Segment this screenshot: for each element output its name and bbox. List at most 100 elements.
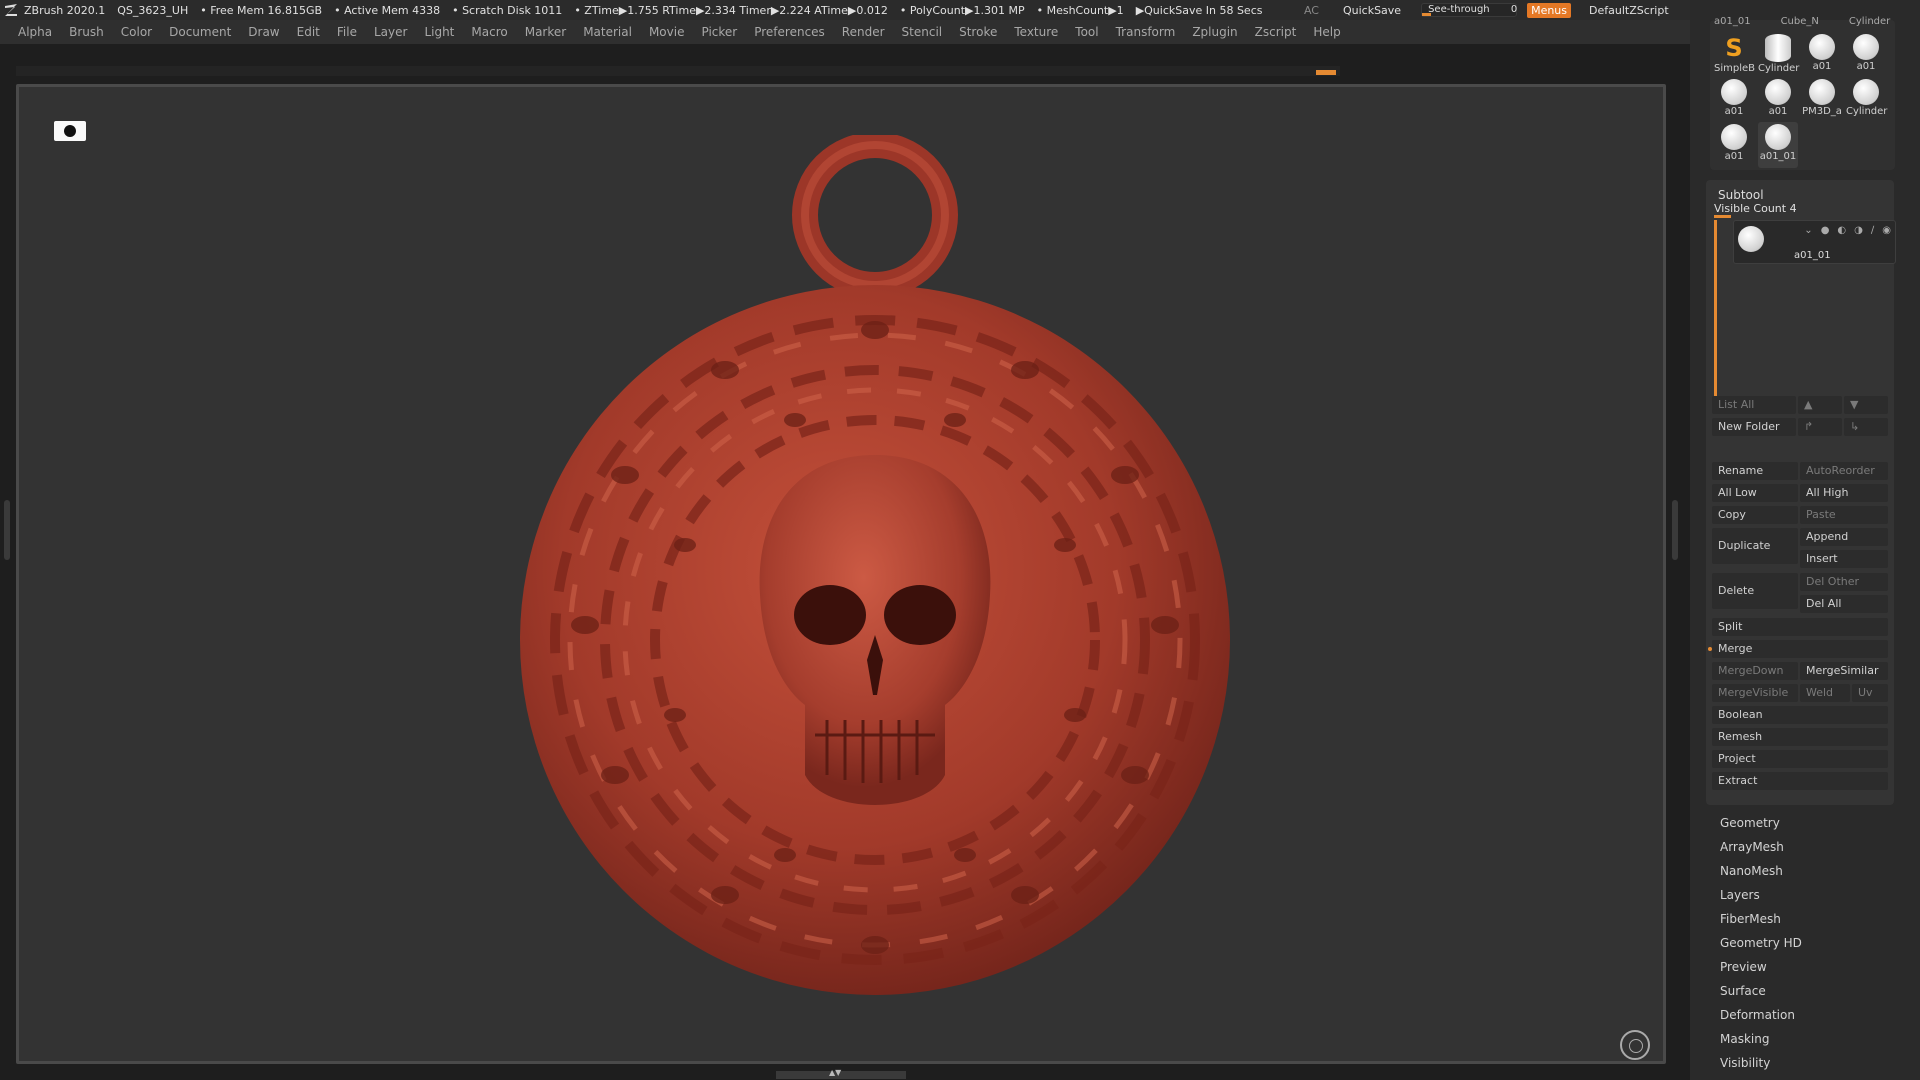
- tool-thumb-simpleb[interactable]: S SimpleB: [1714, 32, 1755, 78]
- polypaint-icon[interactable]: ●: [1821, 225, 1830, 236]
- menu-color[interactable]: Color: [121, 25, 152, 39]
- visible-count-slider[interactable]: Visible Count 4: [1714, 202, 1886, 218]
- menu-zplugin[interactable]: Zplugin: [1192, 25, 1237, 39]
- palette-nanomesh[interactable]: NanoMesh: [1720, 864, 1783, 878]
- insert-button[interactable]: Insert: [1800, 550, 1888, 568]
- eye-icon[interactable]: ◉: [1882, 225, 1891, 236]
- palette-deformation[interactable]: Deformation: [1720, 1008, 1795, 1022]
- menu-render[interactable]: Render: [842, 25, 885, 39]
- tool-thumb-a01-b[interactable]: a01: [1846, 32, 1886, 78]
- palette-masking[interactable]: Masking: [1720, 1032, 1769, 1046]
- bottom-tray-handle[interactable]: [776, 1068, 906, 1079]
- move-down-icon[interactable]: ↳: [1844, 418, 1888, 436]
- merge-button[interactable]: Merge: [1712, 640, 1888, 658]
- paste-button[interactable]: Paste: [1800, 506, 1888, 524]
- all-high-button[interactable]: All High: [1800, 484, 1888, 502]
- sculpt-model[interactable]: [505, 135, 1265, 1015]
- see-through-fill: [1422, 13, 1432, 16]
- mergedown-button[interactable]: MergeDown: [1712, 662, 1798, 680]
- menu-brush[interactable]: Brush: [69, 25, 104, 39]
- subtool-list[interactable]: ⌄ ● ◐ ◑ ∕ ◉ a01_01: [1714, 220, 1896, 397]
- del-other-button[interactable]: Del Other: [1800, 573, 1888, 591]
- menu-texture[interactable]: Texture: [1014, 25, 1058, 39]
- new-folder-button[interactable]: New Folder: [1712, 418, 1796, 436]
- del-all-button[interactable]: Del All: [1800, 595, 1888, 613]
- tool-thumb-a01-e[interactable]: a01: [1714, 122, 1754, 168]
- mergesimilar-button[interactable]: MergeSimilar: [1800, 662, 1888, 680]
- weld-button[interactable]: Weld: [1800, 684, 1850, 702]
- tool-thumb-a01-d[interactable]: a01: [1758, 77, 1798, 123]
- tool-thumb-a01[interactable]: a01: [1802, 32, 1842, 78]
- move-up-icon[interactable]: ↱: [1798, 418, 1842, 436]
- palette-fibermesh[interactable]: FiberMesh: [1720, 912, 1781, 926]
- menu-edit[interactable]: Edit: [297, 25, 320, 39]
- tool-thumb-pm3d[interactable]: PM3D_a: [1802, 77, 1842, 123]
- ac-label[interactable]: AC: [1304, 4, 1319, 17]
- folder-icon[interactable]: ⌄: [1804, 225, 1812, 236]
- see-through-slider[interactable]: See-through 0: [1421, 3, 1517, 17]
- menu-transform[interactable]: Transform: [1116, 25, 1176, 39]
- menu-preferences[interactable]: Preferences: [754, 25, 825, 39]
- menu-light[interactable]: Light: [424, 25, 454, 39]
- menu-zscript[interactable]: Zscript: [1255, 25, 1297, 39]
- autoreorder-button[interactable]: AutoReorder: [1800, 462, 1888, 480]
- palette-preview[interactable]: Preview: [1720, 960, 1767, 974]
- split-button[interactable]: Split: [1712, 618, 1888, 636]
- menu-help[interactable]: Help: [1313, 25, 1340, 39]
- menu-document[interactable]: Document: [169, 25, 231, 39]
- file-name: QS_3623_UH: [117, 3, 189, 17]
- timeline-marker[interactable]: [1316, 70, 1336, 75]
- default-zscript-button[interactable]: DefaultZScript: [1589, 4, 1669, 17]
- menu-stencil[interactable]: Stencil: [902, 25, 943, 39]
- subtool-item[interactable]: ⌄ ● ◐ ◑ ∕ ◉ a01_01: [1733, 220, 1896, 264]
- dynamic-icon[interactable]: ◑: [1854, 225, 1863, 236]
- all-low-button[interactable]: All Low: [1712, 484, 1798, 502]
- palette-visibility[interactable]: Visibility: [1720, 1056, 1770, 1070]
- polycount: • PolyCount▶1.301 MP: [899, 3, 1025, 17]
- menu-stroke[interactable]: Stroke: [959, 25, 997, 39]
- arrow-down-icon[interactable]: ▼: [1844, 396, 1888, 414]
- right-tray-handle[interactable]: [1672, 500, 1678, 560]
- navigation-gizmo-icon[interactable]: [1620, 1030, 1650, 1060]
- delete-button[interactable]: Delete: [1712, 573, 1798, 609]
- palette-layers[interactable]: Layers: [1720, 888, 1760, 902]
- tool-thumb-cylinder-b[interactable]: Cylinder: [1846, 77, 1887, 123]
- menu-draw[interactable]: Draw: [248, 25, 279, 39]
- tool-thumb-cylinder[interactable]: Cylinder: [1758, 32, 1799, 78]
- timeline-strip[interactable]: [16, 66, 1340, 76]
- menus-button[interactable]: Menus: [1527, 2, 1572, 18]
- menu-file[interactable]: File: [337, 25, 357, 39]
- camera-icon[interactable]: [54, 121, 86, 141]
- brush-mode-icon[interactable]: ∕: [1871, 225, 1874, 236]
- menu-layer[interactable]: Layer: [374, 25, 407, 39]
- rename-button[interactable]: Rename: [1712, 462, 1798, 480]
- tool-thumb-a01-c[interactable]: a01: [1714, 77, 1754, 123]
- uv-button[interactable]: Uv: [1852, 684, 1888, 702]
- duplicate-button[interactable]: Duplicate: [1712, 528, 1798, 564]
- left-tray-handle[interactable]: [4, 500, 10, 560]
- palette-surface[interactable]: Surface: [1720, 984, 1766, 998]
- palette-geometry[interactable]: Geometry: [1720, 816, 1780, 830]
- mode-icon[interactable]: ◐: [1837, 225, 1846, 236]
- menu-movie[interactable]: Movie: [649, 25, 685, 39]
- menu-material[interactable]: Material: [583, 25, 632, 39]
- project-button[interactable]: Project: [1712, 750, 1888, 768]
- tool-thumb-a01-01[interactable]: a01_01: [1758, 122, 1798, 168]
- list-all-button[interactable]: List All: [1712, 396, 1796, 414]
- quicksave-button[interactable]: QuickSave: [1335, 2, 1409, 19]
- menu-alpha[interactable]: Alpha: [18, 25, 52, 39]
- append-button[interactable]: Append: [1800, 528, 1888, 546]
- menu-tool[interactable]: Tool: [1075, 25, 1098, 39]
- palette-geometry-hd[interactable]: Geometry HD: [1720, 936, 1802, 950]
- menu-marker[interactable]: Marker: [525, 25, 566, 39]
- mergevisible-button[interactable]: MergeVisible: [1712, 684, 1798, 702]
- remesh-button[interactable]: Remesh: [1712, 728, 1888, 746]
- extract-button[interactable]: Extract: [1712, 772, 1888, 790]
- copy-button[interactable]: Copy: [1712, 506, 1798, 524]
- menu-picker[interactable]: Picker: [701, 25, 737, 39]
- arrow-up-icon[interactable]: ▲: [1798, 396, 1842, 414]
- menu-macro[interactable]: Macro: [471, 25, 507, 39]
- boolean-button[interactable]: Boolean: [1712, 706, 1888, 724]
- palette-arraymesh[interactable]: ArrayMesh: [1720, 840, 1784, 854]
- subtool-title[interactable]: Subtool: [1718, 188, 1764, 202]
